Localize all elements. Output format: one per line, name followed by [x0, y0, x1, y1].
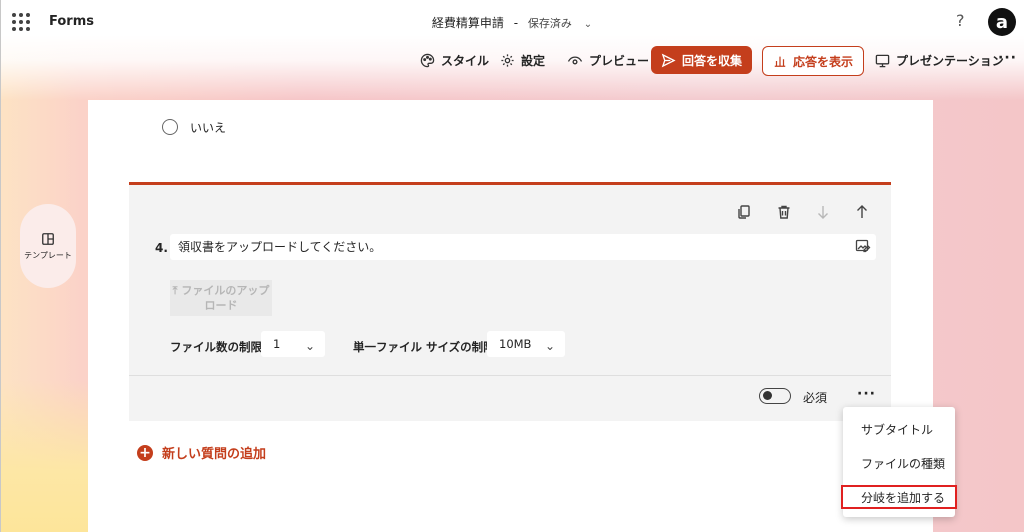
eye-icon [567, 55, 583, 64]
more-options-icon[interactable]: ··· [998, 50, 1017, 66]
radio-option-no[interactable] [162, 119, 178, 135]
arrow-up-icon[interactable] [854, 204, 870, 220]
form-title: 経費精算申請 [431, 16, 504, 30]
arrow-down-icon[interactable] [815, 204, 831, 220]
upload-label: ファイルのアップロード [181, 284, 270, 312]
file-count-limit-value: 1 [273, 337, 281, 351]
window-edge [0, 0, 1, 532]
background-gradient [0, 380, 90, 532]
file-count-limit-label: ファイル数の制限: [170, 340, 267, 354]
template-panel-button[interactable]: テンプレート [20, 204, 76, 288]
copy-icon[interactable] [736, 204, 752, 220]
settings-button[interactable]: 設定 [500, 46, 545, 74]
required-toggle[interactable] [759, 388, 791, 404]
plus-icon: + [137, 444, 153, 461]
preview-label: プレビュー [589, 53, 650, 68]
insert-media-icon[interactable] [855, 238, 871, 254]
menu-item-subtitle[interactable]: サブタイトル [861, 421, 933, 438]
chevron-down-icon: ⌄ [544, 339, 555, 353]
upload-icon: ⤒ [172, 284, 178, 297]
trash-icon[interactable] [776, 204, 792, 220]
style-label: スタイル [441, 53, 490, 68]
file-upload-button: ⤒ ファイルのアップロード [170, 280, 272, 316]
question-more-options-icon[interactable]: ··· [857, 386, 876, 402]
file-size-limit-label: 単一ファイル サイズの制限: [353, 340, 500, 354]
add-new-question-button[interactable]: + 新しい質問の追加 [137, 443, 266, 462]
settings-label: 設定 [521, 53, 546, 68]
collect-responses-button[interactable]: 回答を収集 [651, 46, 753, 74]
question-text-input[interactable]: 領収書をアップロードしてください。 [170, 234, 876, 260]
file-size-limit-select[interactable]: 10MB ⌄ [487, 331, 565, 357]
option-label-no: いいえ [190, 121, 227, 135]
card-divider [129, 375, 891, 376]
monitor-icon [875, 54, 890, 67]
show-responses-button[interactable]: 応答を表示 [762, 46, 865, 76]
chevron-down-icon[interactable]: ⌄ [584, 19, 592, 30]
template-label: テンプレート [24, 251, 72, 260]
file-count-limit-select[interactable]: 1 ⌄ [261, 331, 325, 357]
file-size-limit-value: 10MB [499, 337, 532, 351]
required-label: 必須 [803, 391, 828, 405]
layout-icon [42, 233, 54, 245]
menu-item-file-types[interactable]: ファイルの種類 [861, 455, 945, 472]
help-icon[interactable]: ? [956, 11, 965, 30]
palette-icon [420, 53, 435, 67]
presentation-label: プレゼンテーション [896, 53, 1004, 68]
bar-chart-icon [774, 56, 786, 67]
preview-button[interactable]: プレビュー [567, 46, 649, 74]
add-question-label: 新しい質問の追加 [162, 447, 267, 462]
toggle-knob [763, 391, 772, 400]
question-number: 4. [155, 241, 168, 255]
save-status: 保存済み [527, 17, 572, 30]
gear-icon [501, 53, 514, 67]
highlight-box [841, 485, 957, 509]
collect-label: 回答を収集 [682, 53, 743, 68]
form-title-bar[interactable]: 経費精算申請 - 保存済み ⌄ [0, 14, 1024, 31]
send-icon [661, 53, 676, 67]
avatar[interactable]: a [988, 8, 1016, 36]
title-separator: - [513, 16, 519, 30]
chevron-down-icon: ⌄ [304, 339, 315, 353]
presentation-button[interactable]: プレゼンテーション [875, 46, 1004, 74]
show-responses-label: 応答を表示 [793, 54, 854, 69]
style-button[interactable]: スタイル [420, 46, 489, 74]
